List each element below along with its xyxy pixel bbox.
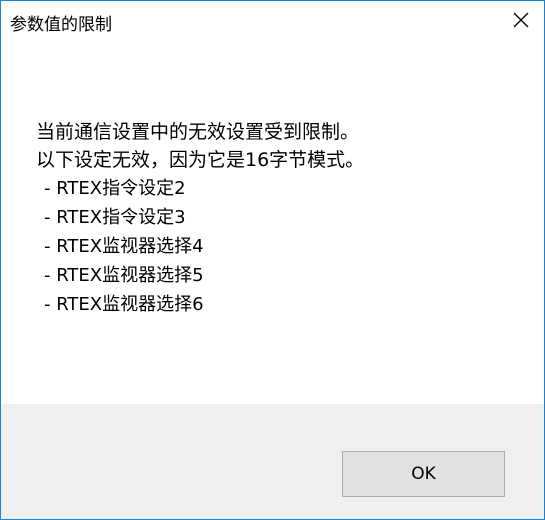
dialog-title: 参数值的限制 bbox=[10, 15, 112, 35]
button-bar: OK bbox=[1, 404, 544, 519]
title-bar: 参数值的限制 bbox=[1, 1, 544, 39]
message-line: 当前通信设置中的无效设置受到限制。 bbox=[36, 121, 360, 143]
list-item: - RTEX监视器选择4 bbox=[44, 236, 204, 257]
list-item: - RTEX监视器选择6 bbox=[44, 294, 204, 315]
list-item: - RTEX指令设定2 bbox=[44, 178, 186, 199]
close-button[interactable] bbox=[498, 1, 544, 39]
dialog-content: 当前通信设置中的无效设置受到限制。 以下设定无效，因为它是16字节模式。 - R… bbox=[1, 39, 544, 404]
dialog-window: 参数值的限制 当前通信设置中的无效设置受到限制。 以下设定无效，因为它是16字节… bbox=[0, 0, 545, 520]
list-item: - RTEX监视器选择5 bbox=[44, 265, 204, 286]
message-line: 以下设定无效，因为它是16字节模式。 bbox=[36, 149, 365, 171]
close-icon bbox=[513, 12, 529, 28]
ok-button[interactable]: OK bbox=[342, 451, 505, 497]
message-body: 当前通信设置中的无效设置受到限制。 以下设定无效，因为它是16字节模式。 - R… bbox=[36, 118, 364, 319]
list-item: - RTEX指令设定3 bbox=[44, 207, 186, 228]
